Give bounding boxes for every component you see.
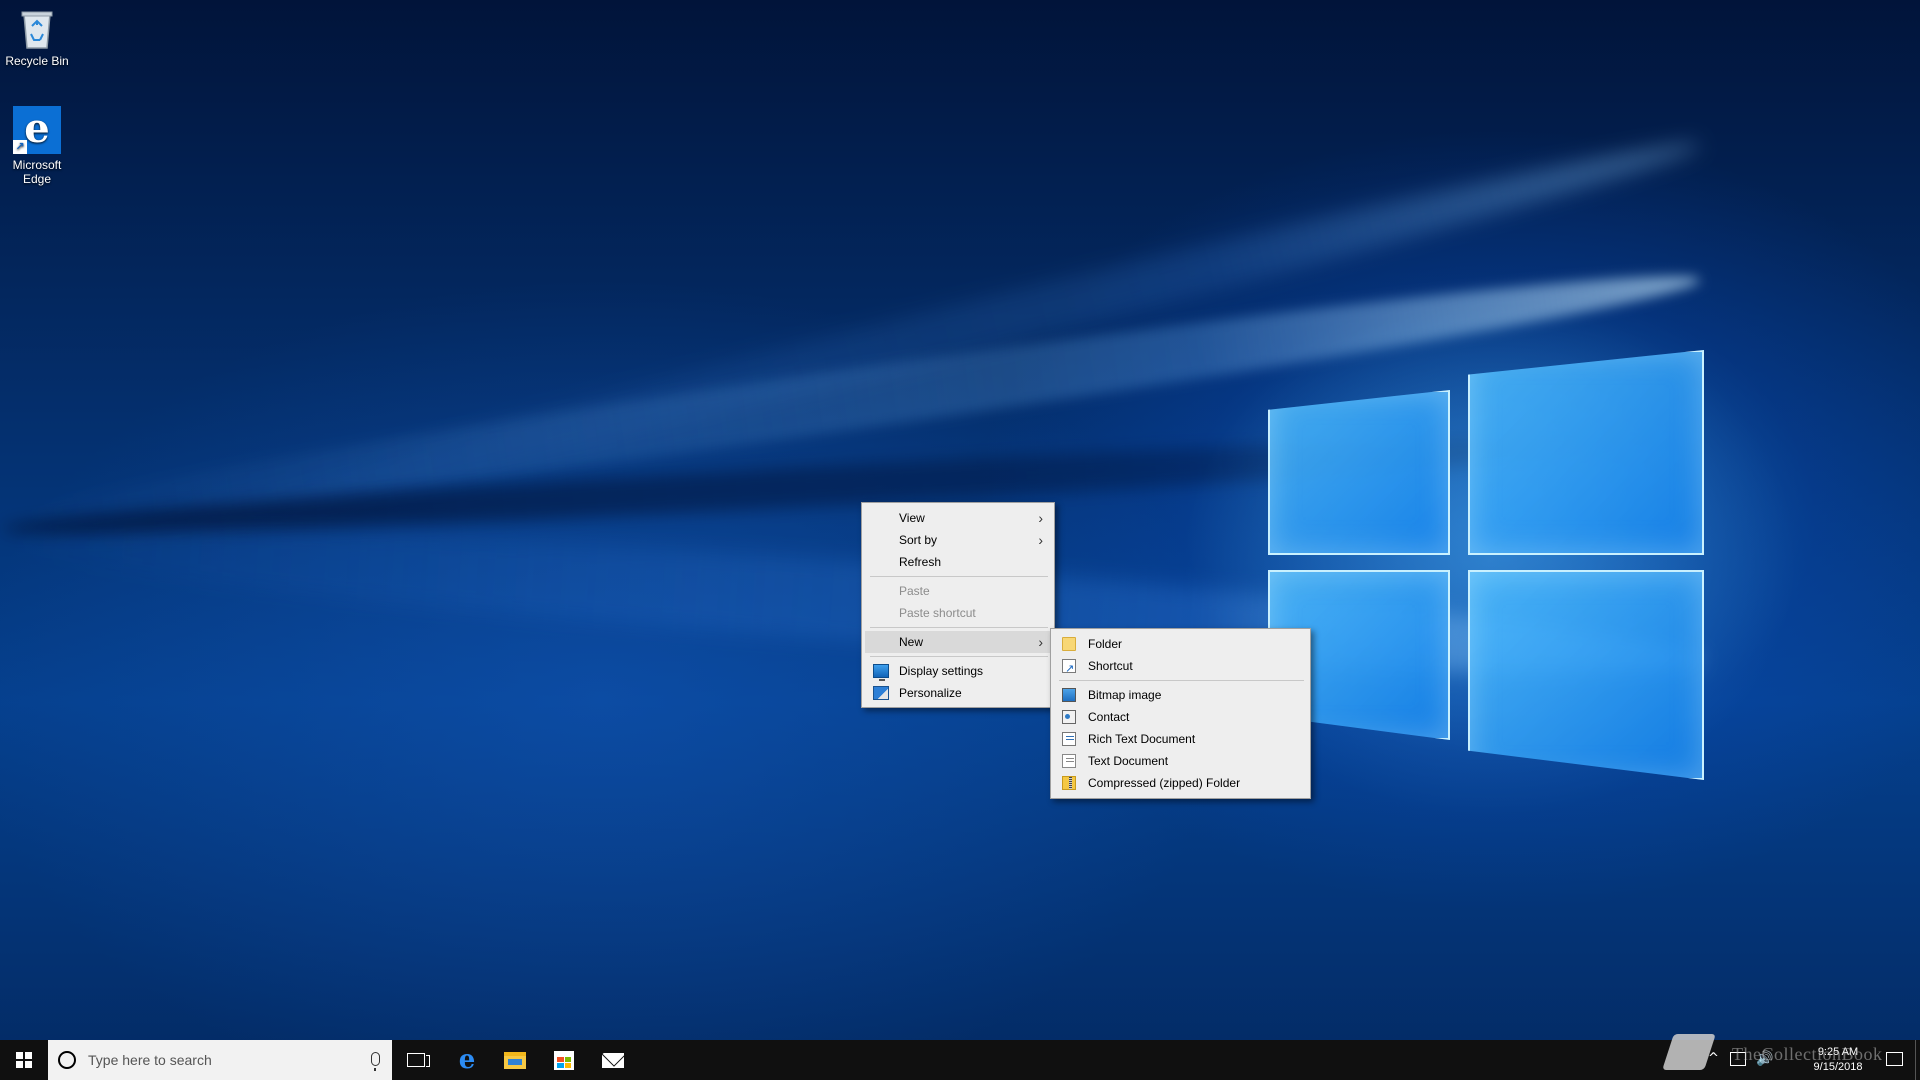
windows-logo-pane <box>1468 570 1704 780</box>
menu-separator <box>870 576 1048 577</box>
menu-item-label: Paste shortcut <box>899 606 976 620</box>
menu-item-display-settings[interactable]: Display settings <box>865 660 1051 682</box>
menu-item-label: Refresh <box>899 555 942 569</box>
desktop-context-menu: View › Sort by › Refresh Paste Paste sho… <box>861 502 1055 708</box>
submenu-item-folder[interactable]: Folder <box>1054 633 1307 655</box>
submenu-item-contact[interactable]: Contact <box>1054 706 1307 728</box>
menu-item-label: Sort by <box>899 533 938 547</box>
menu-item-sort-by[interactable]: Sort by › <box>865 529 1051 551</box>
desktop-icon-recycle-bin[interactable]: Recycle Bin <box>0 6 74 68</box>
submenu-arrow-icon: › <box>1038 510 1043 526</box>
store-icon <box>554 1050 574 1070</box>
windows-logo-pane <box>1468 350 1704 555</box>
menu-item-label: Rich Text Document <box>1088 732 1196 746</box>
recycle-bin-icon <box>21 11 53 49</box>
text-document-icon <box>1062 754 1076 768</box>
menu-item-label: Bitmap image <box>1088 688 1162 702</box>
zip-folder-icon <box>1062 776 1076 790</box>
rich-text-icon <box>1062 732 1076 746</box>
menu-item-label: Compressed (zipped) Folder <box>1088 776 1241 790</box>
bitmap-icon <box>1062 688 1076 702</box>
menu-item-label: Personalize <box>899 686 962 700</box>
show-desktop-button[interactable] <box>1915 1040 1920 1080</box>
menu-item-label: View <box>899 511 925 525</box>
submenu-item-text-document[interactable]: Text Document <box>1054 750 1307 772</box>
menu-item-paste: Paste <box>865 580 1051 602</box>
menu-item-label: Text Document <box>1088 754 1169 768</box>
cortana-circle-icon <box>58 1051 76 1069</box>
menu-separator <box>1059 680 1304 681</box>
menu-item-view[interactable]: View › <box>865 507 1051 529</box>
taskbar-edge-button[interactable]: e <box>443 1040 491 1080</box>
menu-separator <box>870 656 1048 657</box>
menu-item-label: Contact <box>1088 710 1130 724</box>
menu-item-personalize[interactable]: Personalize <box>865 682 1051 704</box>
personalize-icon <box>873 686 889 700</box>
task-view-button[interactable] <box>392 1040 440 1080</box>
menu-item-paste-shortcut: Paste shortcut <box>865 602 1051 624</box>
shortcut-icon <box>1062 658 1076 680</box>
taskbar-store-button[interactable] <box>540 1040 588 1080</box>
menu-item-label: Paste <box>899 584 930 598</box>
menu-item-refresh[interactable]: Refresh <box>865 551 1051 573</box>
display-settings-icon <box>873 664 889 681</box>
menu-item-label: New <box>899 635 924 649</box>
search-placeholder: Type here to search <box>88 1052 212 1068</box>
taskbar-search-box[interactable]: Type here to search <box>48 1040 392 1080</box>
submenu-arrow-icon: › <box>1038 532 1043 548</box>
desktop-icon-microsoft-edge[interactable]: e ↗ Microsoft Edge <box>0 106 74 187</box>
desktop-icon-label: Microsoft Edge <box>12 158 62 186</box>
submenu-item-rich-text-document[interactable]: Rich Text Document <box>1054 728 1307 750</box>
menu-item-label: Shortcut <box>1088 659 1133 673</box>
windows-start-icon <box>16 1052 32 1068</box>
windows-logo-pane <box>1268 390 1450 555</box>
menu-separator <box>870 627 1048 628</box>
edge-icon: e ↗ <box>13 106 61 154</box>
file-explorer-icon <box>504 1051 526 1069</box>
edge-icon: e <box>458 1045 476 1075</box>
submenu-item-bitmap-image[interactable]: Bitmap image <box>1054 684 1307 706</box>
shortcut-overlay-icon: ↗ <box>13 140 27 154</box>
folder-icon <box>1062 637 1076 651</box>
task-view-icon <box>407 1053 430 1067</box>
submenu-arrow-icon: › <box>1038 634 1043 650</box>
menu-item-label: Display settings <box>899 664 984 678</box>
contact-icon <box>1062 710 1076 724</box>
watermark-text: TheCollectionBook <box>1732 1044 1883 1064</box>
submenu-item-compressed-folder[interactable]: Compressed (zipped) Folder <box>1054 772 1307 794</box>
watermark: TheCollectionBook <box>1662 1030 1898 1080</box>
taskbar-mail-button[interactable] <box>589 1040 637 1080</box>
book-logo-icon <box>1662 1034 1716 1070</box>
new-submenu: Folder Shortcut Bitmap image Contact Ric… <box>1050 628 1311 799</box>
menu-item-new[interactable]: New › <box>865 631 1051 653</box>
taskbar: Type here to search e ^ 🔊 9:25 AM 9/15/2… <box>0 1040 1920 1080</box>
menu-item-label: Folder <box>1088 637 1123 651</box>
start-button[interactable] <box>0 1040 48 1080</box>
mail-icon <box>602 1052 624 1068</box>
desktop-icon-label: Recycle Bin <box>5 54 69 68</box>
microphone-icon[interactable] <box>371 1052 380 1071</box>
taskbar-file-explorer-button[interactable] <box>491 1040 539 1080</box>
submenu-item-shortcut[interactable]: Shortcut <box>1054 655 1307 680</box>
